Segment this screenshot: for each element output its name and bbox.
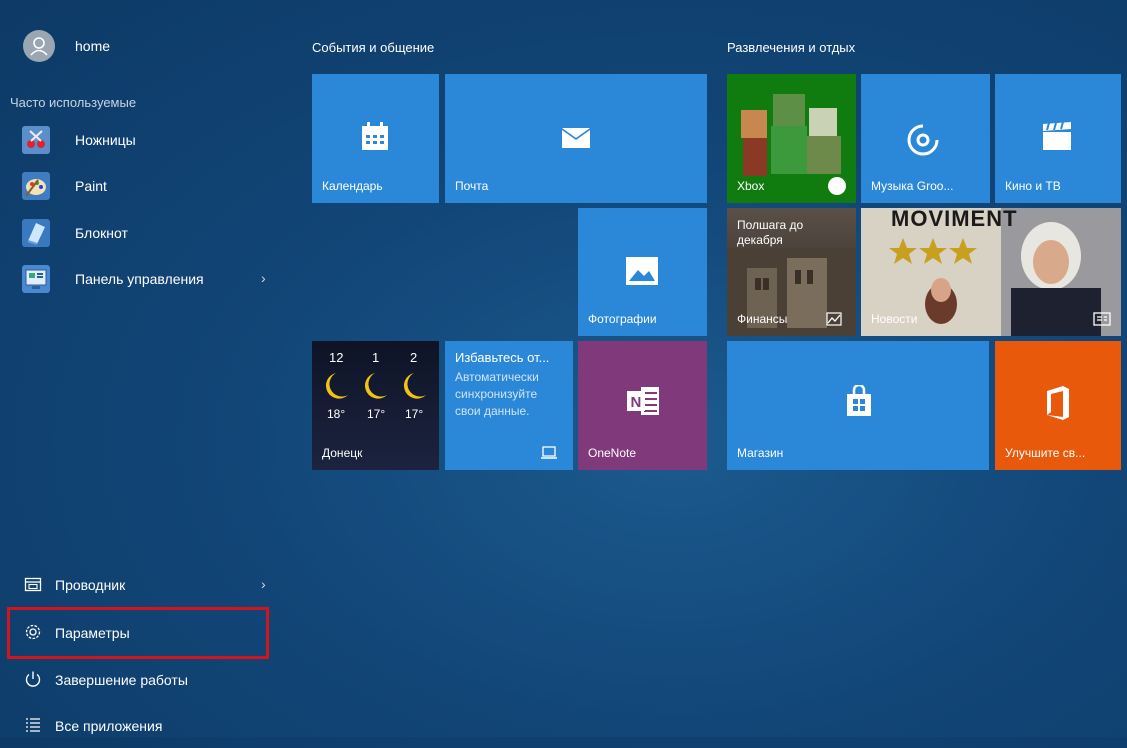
app-label: Панель управления bbox=[75, 271, 204, 287]
moon-icon bbox=[325, 373, 426, 399]
tile-movies[interactable]: Кино и ТВ bbox=[995, 74, 1121, 203]
avatar bbox=[23, 30, 55, 62]
tile-label: OneNote bbox=[588, 446, 637, 460]
tile-sync[interactable]: Избавьтесь от... Автоматически синхрониз… bbox=[445, 341, 573, 470]
tile-label: Кино и ТВ bbox=[1005, 179, 1061, 193]
sync-title: Избавьтесь от... bbox=[455, 350, 550, 365]
app-label: Блокнот bbox=[75, 225, 128, 241]
tile-label: Календарь bbox=[322, 179, 383, 193]
expand-chevron-icon[interactable]: › bbox=[261, 576, 266, 592]
list-icon bbox=[26, 718, 40, 732]
photos-icon bbox=[626, 257, 658, 285]
power[interactable]: Завершение работы bbox=[0, 658, 290, 702]
tile-label: Фотографии bbox=[588, 312, 657, 326]
clapperboard-icon bbox=[1043, 121, 1071, 150]
all-apps[interactable]: Все приложения bbox=[0, 704, 290, 748]
onenote-icon: N bbox=[627, 387, 659, 415]
tile-onenote[interactable]: N OneNote bbox=[578, 341, 707, 470]
tile-photos[interactable]: Фотографии bbox=[578, 208, 707, 336]
app-notepad[interactable]: Блокнот bbox=[0, 213, 290, 253]
xbox-logo-icon bbox=[828, 177, 846, 195]
expand-chevron-icon[interactable]: › bbox=[261, 270, 266, 286]
scissors-icon bbox=[22, 126, 50, 154]
tile-label: Финансы bbox=[737, 312, 788, 326]
power-icon bbox=[25, 671, 41, 687]
tile-label: Магазин bbox=[737, 446, 784, 460]
weather-temp-1: 18° bbox=[327, 407, 346, 421]
tile-store[interactable]: Магазин bbox=[727, 341, 989, 470]
tile-mail[interactable]: Почта bbox=[445, 74, 707, 203]
device-icon bbox=[541, 446, 557, 459]
tile-office[interactable]: Улучшите св... bbox=[995, 341, 1121, 470]
office-icon bbox=[1047, 386, 1069, 420]
user-account[interactable]: home bbox=[0, 26, 290, 66]
news-banner: MOVIMENT bbox=[891, 208, 1018, 231]
file-explorer[interactable]: Проводник › bbox=[0, 563, 290, 607]
svg-text:N: N bbox=[631, 394, 642, 411]
notepad-icon bbox=[22, 219, 50, 247]
sync-line-1: Автоматически bbox=[455, 370, 539, 384]
weather-hour-1: 12 bbox=[329, 350, 344, 365]
app-control-panel[interactable]: Панель управления › bbox=[0, 259, 290, 299]
mail-icon bbox=[562, 128, 590, 148]
tile-label: Улучшите св... bbox=[1005, 446, 1086, 460]
user-icon bbox=[30, 37, 48, 56]
group-title-left[interactable]: События и общение bbox=[312, 40, 434, 55]
tile-label: Музыка Groo... bbox=[871, 179, 954, 193]
highlight-box bbox=[7, 607, 269, 659]
control-panel-icon bbox=[22, 265, 50, 293]
tile-xbox[interactable]: Xbox bbox=[727, 74, 856, 203]
power-label: Завершение работы bbox=[55, 672, 188, 688]
app-paint[interactable]: Paint bbox=[0, 166, 290, 206]
frequent-header: Часто используемые bbox=[10, 95, 137, 110]
sync-line-2: синхронизуйте bbox=[455, 387, 538, 401]
xbox-avatars-icon bbox=[741, 94, 841, 176]
finance-text-2: декабря bbox=[737, 233, 783, 247]
tile-label: Донецк bbox=[322, 446, 363, 460]
user-name: home bbox=[75, 38, 111, 54]
group-title-right[interactable]: Развлечения и отдых bbox=[727, 40, 855, 55]
tile-label: Новости bbox=[871, 312, 918, 326]
tile-weather[interactable]: 12 1 2 18° 17° 17° Донецк bbox=[312, 341, 439, 470]
finance-text-1: Полшага до bbox=[737, 218, 804, 232]
tile-calendar[interactable]: Календарь bbox=[312, 74, 439, 203]
chart-icon bbox=[826, 312, 842, 326]
folder-icon bbox=[24, 577, 42, 592]
tile-label: Xbox bbox=[737, 179, 765, 193]
tile-label: Почта bbox=[455, 179, 489, 193]
all-apps-label: Все приложения bbox=[55, 718, 163, 734]
tile-finance[interactable]: Полшага до декабря Финансы bbox=[727, 208, 856, 336]
paint-icon bbox=[22, 172, 50, 200]
tile-music[interactable]: Музыка Groo... bbox=[861, 74, 990, 203]
music-icon bbox=[907, 124, 939, 156]
app-snipping-tool[interactable]: Ножницы bbox=[0, 120, 290, 160]
store-icon bbox=[847, 385, 871, 416]
weather-hour-2: 1 bbox=[372, 350, 380, 365]
tile-news[interactable]: MOVIMENT Новости bbox=[861, 208, 1121, 336]
weather-temp-2: 17° bbox=[367, 407, 386, 421]
sync-line-3: свои данные. bbox=[455, 404, 530, 418]
file-explorer-label: Проводник bbox=[55, 577, 126, 593]
app-label: Paint bbox=[75, 178, 107, 194]
app-label: Ножницы bbox=[75, 132, 136, 148]
calendar-icon bbox=[362, 122, 388, 150]
news-icon bbox=[1093, 312, 1111, 326]
weather-temp-3: 17° bbox=[405, 407, 424, 421]
weather-hour-3: 2 bbox=[410, 350, 418, 365]
